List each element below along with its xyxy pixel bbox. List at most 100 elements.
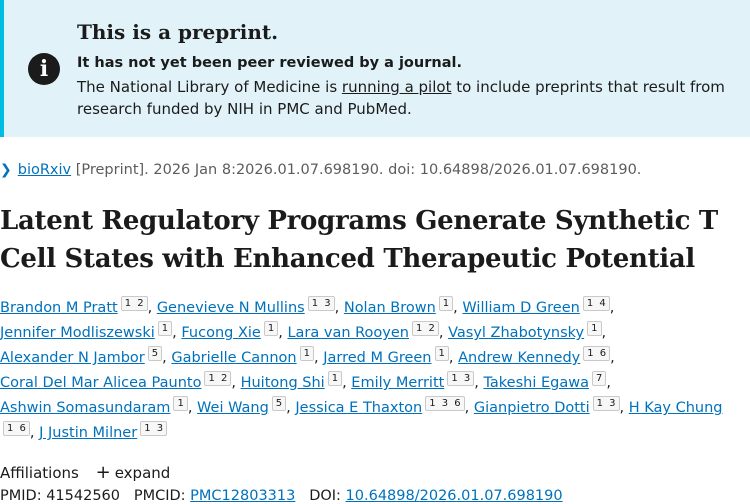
separator: , xyxy=(147,300,153,316)
separator: , xyxy=(601,325,607,341)
plus-icon: + xyxy=(95,462,111,483)
affiliations-toggle[interactable]: Affiliations + expand xyxy=(0,462,170,483)
author-link[interactable]: Brandon M Pratt xyxy=(0,300,118,316)
preprint-banner: i This is a preprint. It has not yet bee… xyxy=(0,0,750,137)
separator: , xyxy=(162,350,167,366)
affiliation-refs[interactable]: 1 xyxy=(263,321,279,337)
author-link[interactable]: Gabrielle Cannon xyxy=(171,350,296,366)
affiliation-refs[interactable]: 1 2 xyxy=(204,371,232,387)
separator: , xyxy=(448,350,454,366)
separator: , xyxy=(453,300,458,316)
banner-body: The National Library of Medicine is runn… xyxy=(77,76,727,120)
author-link[interactable]: Jessica E Thaxton xyxy=(295,400,422,416)
author-link[interactable]: Lara van Rooyen xyxy=(287,325,409,341)
author-entry: Andrew Kennedy 1 6, xyxy=(458,346,615,366)
affiliation-refs[interactable]: 1 6 xyxy=(3,421,30,437)
author-entry: Gianpietro Dotti 1 3, xyxy=(474,396,625,416)
author-link[interactable]: Gianpietro Dotti xyxy=(474,400,590,416)
author-link[interactable]: Wei Wang xyxy=(197,400,269,416)
banner-title: This is a preprint. xyxy=(77,20,279,44)
author-list: Brandon M Pratt 1 2, Genevieve N Mullins 1… xyxy=(0,296,745,446)
author-entry: Genevieve N Mullins 1 3, xyxy=(157,296,340,316)
affiliation-refs[interactable]: 5 xyxy=(147,346,163,362)
affiliation-refs[interactable]: 1 xyxy=(157,321,173,337)
author-link[interactable]: Alexander N Jambor xyxy=(0,350,145,366)
pmcid-label: PMCID: xyxy=(133,488,191,504)
affiliation-refs[interactable]: 1 xyxy=(173,396,188,412)
author-link[interactable]: Huitong Shi xyxy=(241,375,325,391)
affiliation-refs[interactable]: 1 3 xyxy=(592,396,620,412)
author-entry: Coral Del Mar Alicea Paunto 1 2, xyxy=(0,371,236,391)
separator: , xyxy=(342,375,347,391)
author-entry: Nolan Brown 1, xyxy=(344,296,458,316)
separator: , xyxy=(619,400,625,416)
affiliations-label: Affiliations xyxy=(0,464,79,482)
affiliation-refs[interactable]: 1 xyxy=(587,321,602,337)
running-pilot-link[interactable]: running a pilot xyxy=(342,78,452,96)
pmid-value: 41542560 xyxy=(46,488,121,504)
author-link[interactable]: Fucong Xie xyxy=(181,325,260,341)
author-link[interactable]: Coral Del Mar Alicea Paunto xyxy=(0,375,201,391)
author-entry: Ashwin Somasundaram 1, xyxy=(0,396,193,416)
author-link[interactable]: Jarred M Green xyxy=(323,350,431,366)
author-link[interactable]: Takeshi Egawa xyxy=(483,375,589,391)
separator: , xyxy=(187,400,193,416)
expand-label: expand xyxy=(114,464,171,482)
author-entry: J Justin Milner 1 3 xyxy=(39,421,168,441)
banner-strong-text: It has not yet been peer reviewed by a j… xyxy=(77,55,462,71)
author-entry: Brandon M Pratt 1 2, xyxy=(0,296,153,316)
author-entry: Emily Merritt 1 3, xyxy=(351,371,479,391)
separator: , xyxy=(286,400,291,416)
doi-label: DOI: xyxy=(309,488,346,504)
separator: , xyxy=(29,425,35,441)
affiliation-refs[interactable]: 1 xyxy=(438,296,454,312)
author-link[interactable]: Ashwin Somasundaram xyxy=(0,400,170,416)
chevron-right-icon[interactable]: ❯ xyxy=(0,162,12,178)
author-link[interactable]: Emily Merritt xyxy=(351,375,444,391)
author-link[interactable]: Andrew Kennedy xyxy=(458,350,580,366)
author-entry: Wei Wang 5, xyxy=(197,396,291,416)
affiliation-refs[interactable]: 1 xyxy=(327,371,343,387)
author-link[interactable]: Nolan Brown xyxy=(344,300,436,316)
doi-link[interactable]: 10.64898/2026.01.07.698190 xyxy=(346,488,563,504)
affiliation-refs[interactable]: 5 xyxy=(271,396,287,412)
author-entry: Fucong Xie 1, xyxy=(181,321,283,341)
affiliation-refs[interactable]: 1 3 xyxy=(140,421,168,437)
author-entry: Vasyl Zhabotynsky 1, xyxy=(448,321,607,341)
affiliation-refs[interactable]: 7 xyxy=(591,371,607,387)
separator: , xyxy=(606,375,611,391)
affiliation-refs[interactable]: 1 3 xyxy=(447,371,475,387)
affiliation-refs[interactable]: 1 2 xyxy=(120,296,148,312)
author-entry: Jarred M Green 1, xyxy=(323,346,454,366)
author-link[interactable]: William D Green xyxy=(462,300,579,316)
author-link[interactable]: J Justin Milner xyxy=(39,425,137,441)
affiliation-refs[interactable]: 1 6 xyxy=(583,346,611,362)
author-entry: Huitong Shi 1, xyxy=(241,371,347,391)
author-entry: Jessica E Thaxton 1 3 6, xyxy=(295,396,469,416)
separator: , xyxy=(334,300,340,316)
journal-link[interactable]: bioRxiv xyxy=(18,162,71,178)
affiliation-refs[interactable]: 1 xyxy=(299,346,314,362)
separator: , xyxy=(172,325,177,341)
author-link[interactable]: Vasyl Zhabotynsky xyxy=(448,325,584,341)
separator: , xyxy=(438,325,444,341)
author-entry: Gabrielle Cannon 1, xyxy=(171,346,319,366)
citation-details: [Preprint]. 2026 Jan 8:2026.01.07.698190… xyxy=(75,162,642,178)
affiliation-refs[interactable]: 1 2 xyxy=(411,321,439,337)
info-icon: i xyxy=(28,53,60,85)
affiliation-refs[interactable]: 1 3 6 xyxy=(425,396,465,412)
citation-line: ❯ bioRxiv [Preprint]. 2026 Jan 8:2026.01.… xyxy=(0,162,641,178)
separator: , xyxy=(609,300,615,316)
article-title: Latent Regulatory Programs Generate Synt… xyxy=(0,206,718,274)
separator: , xyxy=(610,350,615,366)
separator: , xyxy=(231,375,236,391)
author-link[interactable]: Jennifer Modliszewski xyxy=(0,325,155,341)
author-link[interactable]: H Kay Chung xyxy=(629,400,723,416)
affiliation-refs[interactable]: 1 3 xyxy=(307,296,335,312)
affiliation-refs[interactable]: 1 4 xyxy=(582,296,610,312)
pmid-label: PMID: xyxy=(0,488,47,504)
affiliation-refs[interactable]: 1 xyxy=(434,346,449,362)
author-entry: William D Green 1 4, xyxy=(462,296,615,316)
author-link[interactable]: Genevieve N Mullins xyxy=(157,300,305,316)
pmcid-link[interactable]: PMC12803313 xyxy=(190,488,295,504)
